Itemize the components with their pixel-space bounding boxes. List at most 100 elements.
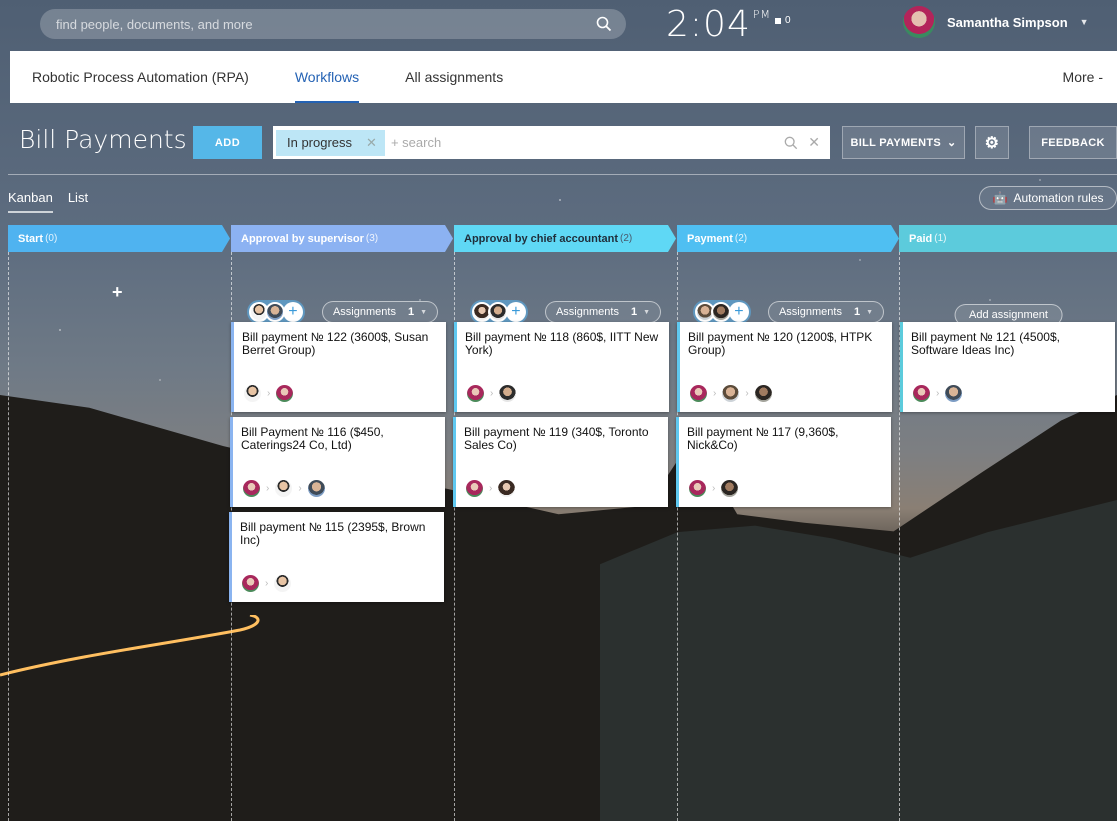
chevron-down-icon: ⌄ xyxy=(946,137,957,149)
column-header[interactable]: Approval by supervisor (3) xyxy=(231,225,453,252)
column-body: + Assignments 1 ▼ Bill payment № 118 (860$, … xyxy=(453,252,676,821)
tab-all-assignments[interactable]: All assignments xyxy=(382,51,526,103)
more-label: More xyxy=(1062,69,1095,85)
avatar[interactable] xyxy=(721,480,739,497)
responsible-avatars[interactable]: + xyxy=(692,300,751,324)
card-people: › xyxy=(466,480,516,497)
avatar[interactable] xyxy=(710,302,731,322)
task-card[interactable]: Bill payment № 120 (1200$, HTPK Group) › › xyxy=(677,322,892,412)
settings-button[interactable]: ⚙ xyxy=(975,126,1009,159)
filter-chip[interactable]: In progress ✕ xyxy=(276,129,385,156)
add-card-icon[interactable]: + xyxy=(112,282,123,303)
search-icon[interactable] xyxy=(596,16,612,32)
robot-icon: 🤖 xyxy=(992,191,1008,205)
tab-list[interactable]: List xyxy=(68,190,88,213)
chevron-right-icon: › xyxy=(266,483,270,494)
automation-rules-button[interactable]: 🤖 Automation rules xyxy=(979,186,1117,210)
task-card[interactable]: Bill payment № 117 (9,360$, Nick&Co) › xyxy=(676,417,891,507)
assignment-row: + Assignments 1 ▼ xyxy=(232,300,453,324)
avatar[interactable] xyxy=(722,385,740,402)
add-person-icon[interactable]: + xyxy=(728,302,749,322)
column-name: Paid xyxy=(909,232,933,245)
avatar[interactable] xyxy=(499,385,517,402)
search-icon[interactable] xyxy=(784,136,798,150)
add-person-icon[interactable]: + xyxy=(505,302,526,322)
avatar[interactable] xyxy=(466,480,483,497)
remove-filter-icon[interactable]: ✕ xyxy=(366,135,377,151)
task-card[interactable]: Bill payment № 119 (340$, Toronto Sales … xyxy=(453,417,668,507)
user-avatar xyxy=(903,6,935,38)
page-title-text: Bill Payments xyxy=(19,125,187,154)
avatar[interactable] xyxy=(276,385,294,402)
column-count: (0) xyxy=(45,233,58,244)
card-title: Bill payment № 118 (860$, IITT New York) xyxy=(465,330,659,357)
kanban-column: Payment (2) + Assignments 1 ▼ Bill payment № 1… xyxy=(676,225,899,821)
task-card[interactable]: Bill payment № 122 (3600$, Susan Berret … xyxy=(231,322,446,412)
filter-search-input[interactable] xyxy=(390,135,785,150)
add-person-icon[interactable]: + xyxy=(282,302,303,322)
assignments-dropdown[interactable]: Assignments 1 ▼ xyxy=(544,301,662,323)
avatar[interactable] xyxy=(689,480,706,497)
avatar[interactable] xyxy=(487,302,508,322)
task-card[interactable]: Bill payment № 115 (2395$, Brown Inc) › xyxy=(229,512,444,602)
assignments-dropdown[interactable]: Assignments 1 ▼ xyxy=(767,301,885,323)
assignment-row: + Assignments 1 ▼ xyxy=(455,300,676,324)
chevron-right-icon: › xyxy=(936,388,940,399)
view-tabs: Kanban List xyxy=(8,190,88,213)
task-card[interactable]: Bill payment № 118 (860$, IITT New York)… xyxy=(454,322,669,412)
clear-icon[interactable]: ✕ xyxy=(808,134,820,151)
clock-time: 2:04 xyxy=(666,4,751,45)
column-header[interactable]: Paid (1) xyxy=(899,225,1117,252)
card-people: › xyxy=(689,480,739,497)
task-card[interactable]: Bill Payment № 116 ($450, Caterings24 Co… xyxy=(230,417,445,507)
card-title: Bill Payment № 116 ($450, Caterings24 Co… xyxy=(241,425,384,452)
avatar[interactable] xyxy=(307,480,325,497)
global-search[interactable] xyxy=(40,9,626,39)
column-header[interactable]: Approval by chief accountant (2) xyxy=(454,225,676,252)
column-count: (2) xyxy=(620,233,633,244)
avatar[interactable] xyxy=(275,480,293,497)
flag-counter[interactable]: 0 xyxy=(775,15,791,26)
more-menu[interactable]: More - xyxy=(1063,69,1117,85)
avatar[interactable] xyxy=(690,385,707,402)
column-body: + Assignments 1 ▼ Bill payment № 120 (1200$,… xyxy=(676,252,899,821)
user-menu[interactable]: Samantha Simpson ▼ xyxy=(903,6,1089,38)
feedback-button[interactable]: FEEDBACK xyxy=(1029,126,1117,159)
kanban-column: Start (0) + xyxy=(8,225,230,821)
assignments-dropdown[interactable]: Assignments 1 ▼ xyxy=(321,301,439,323)
chevron-right-icon: › xyxy=(490,388,494,399)
assignments-label: Assignments xyxy=(332,306,396,318)
kanban-column: Approval by supervisor (3) + Assignments 1 ▼ B… xyxy=(229,225,453,821)
chevron-right-icon: › xyxy=(712,483,716,494)
avatar[interactable] xyxy=(754,385,772,402)
avatar[interactable] xyxy=(498,480,516,497)
column-name: Start xyxy=(18,232,44,245)
top-bar: 2:04PM 0 Samantha Simpson ▼ xyxy=(0,0,1117,50)
assignments-count: 1 xyxy=(853,306,861,318)
tab-kanban[interactable]: Kanban xyxy=(8,190,53,213)
avatar[interactable] xyxy=(242,575,259,592)
kanban-column: Approval by chief accountant (2) + Assignme… xyxy=(453,225,676,821)
add-button[interactable]: ADD xyxy=(193,126,262,159)
avatar[interactable] xyxy=(913,385,930,402)
feedback-label: FEEDBACK xyxy=(1041,136,1105,149)
responsible-avatars[interactable]: + xyxy=(469,300,528,324)
avatar[interactable] xyxy=(244,385,261,402)
tab-rpa[interactable]: Robotic Process Automation (RPA) xyxy=(10,51,272,103)
global-search-input[interactable] xyxy=(56,16,596,32)
avatar[interactable] xyxy=(243,480,260,497)
column-header[interactable]: Payment (2) xyxy=(677,225,899,252)
card-people: › xyxy=(242,575,292,592)
column-header[interactable]: Start (0) xyxy=(8,225,230,252)
task-card[interactable]: Bill payment № 121 (4500$, Software Idea… xyxy=(900,322,1115,412)
responsible-avatars[interactable]: + xyxy=(246,300,305,324)
card-title: Bill payment № 121 (4500$, Software Idea… xyxy=(911,330,1060,357)
avatar[interactable] xyxy=(467,385,484,402)
avatar[interactable] xyxy=(264,302,285,322)
tab-workflows[interactable]: Workflows xyxy=(272,51,382,103)
bill-payments-dropdown[interactable]: BILL PAYMENTS ⌄ xyxy=(842,126,965,159)
assignments-label: Assignments xyxy=(778,306,842,318)
avatar[interactable] xyxy=(274,575,292,592)
avatar[interactable] xyxy=(945,385,963,402)
chevron-down-icon: ▼ xyxy=(643,308,651,316)
